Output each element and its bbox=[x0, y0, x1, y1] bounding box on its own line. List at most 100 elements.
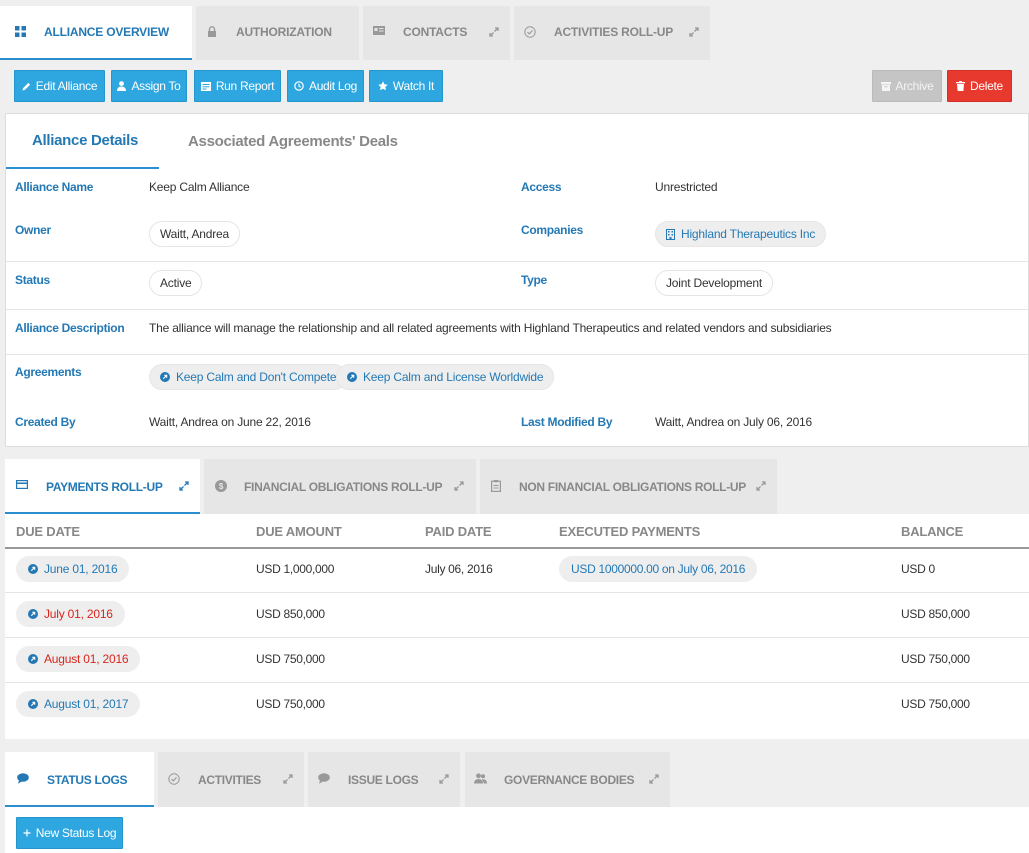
agreement-pill[interactable]: Keep Calm and Don't Compete bbox=[149, 364, 348, 390]
divider bbox=[6, 261, 1028, 262]
due-date-pill[interactable]: August 01, 2017 bbox=[16, 691, 141, 717]
grid-icon bbox=[15, 26, 26, 37]
expand-icon[interactable] bbox=[489, 27, 499, 37]
watch-it-button[interactable]: Watch It bbox=[369, 70, 443, 102]
alliance-name-label: Alliance Name bbox=[15, 180, 94, 194]
new-status-log-button[interactable]: New Status Log bbox=[16, 817, 123, 849]
expand-icon[interactable] bbox=[454, 481, 464, 491]
expand-icon[interactable] bbox=[649, 774, 659, 784]
payment-link-icon bbox=[28, 564, 38, 574]
star-icon bbox=[378, 81, 388, 91]
alliance-details-panel: Alliance Details Associated Agreements' … bbox=[5, 113, 1029, 447]
run-report-button[interactable]: Run Report bbox=[194, 70, 281, 102]
expand-icon[interactable] bbox=[756, 481, 766, 491]
company-value: Highland Therapeutics Inc bbox=[681, 227, 816, 241]
column-header-paid-date: PAID DATE bbox=[425, 524, 492, 539]
agreement-pill[interactable]: Keep Calm and License Worldwide bbox=[336, 364, 555, 390]
action-toolbar: Edit Alliance Assign To Run Report Audit… bbox=[0, 60, 1029, 113]
clock-icon bbox=[294, 81, 304, 91]
tab-label: ACTIVITIES ROLL-UP bbox=[554, 25, 674, 39]
button-label: Watch It bbox=[392, 79, 435, 93]
tab-associated-deals[interactable]: Associated Agreements' Deals bbox=[188, 114, 398, 169]
expand-icon[interactable] bbox=[283, 774, 293, 784]
header-divider bbox=[5, 547, 1029, 549]
due-date-pill[interactable]: July 01, 2016 bbox=[16, 601, 125, 627]
company-pill[interactable]: Highland Therapeutics Inc bbox=[655, 221, 827, 247]
tab-label: CONTACTS bbox=[403, 25, 468, 39]
due-date: August 01, 2016 bbox=[44, 652, 129, 666]
description-label: Alliance Description bbox=[15, 321, 125, 335]
expand-icon[interactable] bbox=[179, 481, 189, 491]
archive-icon bbox=[880, 81, 891, 91]
alliance-name-value: Keep Calm Alliance bbox=[149, 180, 250, 194]
agreement-label: Keep Calm and License Worldwide bbox=[363, 370, 544, 384]
button-label: Assign To bbox=[131, 79, 181, 93]
tab-label: Associated Agreements' Deals bbox=[188, 133, 398, 150]
tab-alliance-details[interactable]: Alliance Details bbox=[6, 114, 159, 169]
button-label: New Status Log bbox=[35, 826, 117, 840]
column-header-balance: BALANCE bbox=[901, 524, 964, 539]
report-icon bbox=[200, 81, 211, 91]
tab-activities[interactable]: ACTIVITIES bbox=[158, 752, 304, 807]
audit-log-button[interactable]: Audit Log bbox=[287, 70, 364, 102]
payment-link-icon bbox=[28, 609, 38, 619]
delete-button[interactable]: Delete bbox=[947, 70, 1012, 102]
trash-icon bbox=[956, 81, 966, 91]
building-icon bbox=[666, 228, 675, 240]
pencil-icon bbox=[22, 82, 31, 91]
speech-bubble-icon bbox=[17, 773, 29, 784]
due-amount: USD 750,000 bbox=[256, 652, 325, 666]
row-divider bbox=[5, 637, 1029, 638]
divider bbox=[6, 309, 1028, 310]
lock-icon bbox=[207, 26, 217, 37]
users-icon bbox=[474, 773, 487, 784]
status-logs-panel: New Status Log bbox=[5, 807, 1029, 853]
tab-payments-rollup[interactable]: PAYMENTS ROLL-UP bbox=[5, 459, 200, 514]
due-date: June 01, 2016 bbox=[44, 562, 118, 576]
contact-card-icon bbox=[373, 26, 385, 35]
balance: USD 850,000 bbox=[901, 607, 970, 621]
tab-label: PAYMENTS ROLL-UP bbox=[46, 480, 163, 494]
balance: USD 750,000 bbox=[901, 697, 970, 711]
tab-label: GOVERNANCE BODIES bbox=[504, 773, 635, 787]
archive-button[interactable]: Archive bbox=[872, 70, 942, 102]
column-header-due-amount: DUE AMOUNT bbox=[256, 524, 342, 539]
check-circle-icon bbox=[168, 773, 180, 785]
balance: USD 750,000 bbox=[901, 652, 970, 666]
tab-status-logs[interactable]: STATUS LOGS bbox=[5, 752, 154, 807]
owner-pill[interactable]: Waitt, Andrea bbox=[149, 221, 240, 247]
tab-alliance-overview[interactable]: ALLIANCE OVERVIEW bbox=[0, 6, 192, 60]
tab-label: STATUS LOGS bbox=[47, 773, 128, 787]
tab-contacts[interactable]: CONTACTS bbox=[363, 6, 510, 60]
type-pill: Joint Development bbox=[655, 270, 773, 296]
tab-financial-obligations[interactable]: $ FINANCIAL OBLIGATIONS ROLL-UP bbox=[204, 459, 476, 514]
tab-label: AUTHORIZATION bbox=[236, 25, 332, 39]
top-tab-bar: ALLIANCE OVERVIEW AUTHORIZATION CONTACTS… bbox=[0, 6, 1029, 60]
agreement-label: Keep Calm and Don't Compete bbox=[176, 370, 337, 384]
due-date-pill[interactable]: June 01, 2016 bbox=[16, 556, 130, 582]
assign-to-button[interactable]: Assign To bbox=[111, 70, 187, 102]
speech-bubble-icon bbox=[318, 773, 330, 784]
executed-payment-pill[interactable]: USD 1000000.00 on July 06, 2016 bbox=[559, 556, 758, 582]
tab-governance-bodies[interactable]: GOVERNANCE BODIES bbox=[465, 752, 670, 807]
tab-activities-rollup[interactable]: ACTIVITIES ROLL-UP bbox=[514, 6, 710, 60]
type-value: Joint Development bbox=[666, 276, 762, 290]
payments-tab-bar: PAYMENTS ROLL-UP $ FINANCIAL OBLIGATIONS… bbox=[0, 459, 1029, 514]
tab-label: FINANCIAL OBLIGATIONS ROLL-UP bbox=[244, 480, 443, 494]
column-header-due-date: DUE DATE bbox=[16, 524, 80, 539]
expand-icon[interactable] bbox=[439, 774, 449, 784]
edit-alliance-button[interactable]: Edit Alliance bbox=[14, 70, 105, 102]
expand-icon[interactable] bbox=[689, 27, 699, 37]
logs-tab-bar: STATUS LOGS ACTIVITIES ISSUE LOGS GOVERN… bbox=[0, 752, 1029, 807]
tab-issue-logs[interactable]: ISSUE LOGS bbox=[308, 752, 460, 807]
due-date-pill[interactable]: August 01, 2016 bbox=[16, 646, 141, 672]
tab-authorization[interactable]: AUTHORIZATION bbox=[196, 6, 359, 60]
last-modified-value: Waitt, Andrea on July 06, 2016 bbox=[655, 415, 812, 429]
paid-date: July 06, 2016 bbox=[425, 562, 493, 576]
description-value: The alliance will manage the relationshi… bbox=[149, 321, 832, 335]
button-label: Edit Alliance bbox=[35, 79, 98, 93]
button-label: Archive bbox=[895, 79, 934, 93]
type-label: Type bbox=[521, 273, 547, 287]
agreement-link-icon bbox=[160, 372, 170, 382]
tab-non-financial-obligations[interactable]: NON FINANCIAL OBLIGATIONS ROLL-UP bbox=[480, 459, 777, 514]
